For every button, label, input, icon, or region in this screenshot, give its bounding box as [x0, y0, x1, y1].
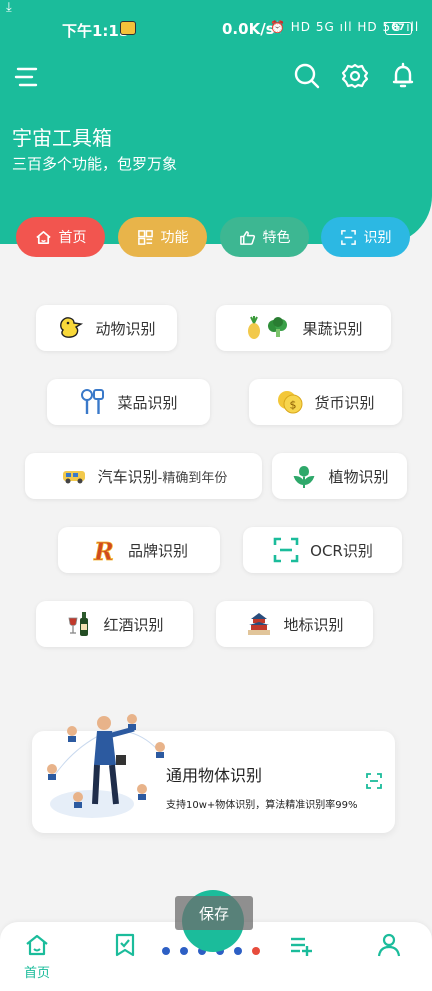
battery-icon: 87 [385, 22, 412, 35]
landmark-icon [245, 610, 273, 638]
app-notification-icon [120, 21, 136, 35]
app-subtitle: 三百多个功能，包罗万象 [12, 155, 178, 173]
ocr-scan-icon [272, 536, 300, 564]
app-header: 宇宙工具箱 三百多个功能，包罗万象 [0, 52, 432, 244]
scan-icon [340, 229, 356, 245]
general-object-recognition-card[interactable]: 通用物体识别 支持10w+物体识别，算法精准识别率99% [32, 714, 395, 833]
download-icon: ⤓ [6, 0, 12, 15]
bell-icon[interactable] [389, 62, 417, 90]
duck-icon [57, 314, 85, 342]
chip-label: OCR识别 [310, 541, 373, 560]
chip-plant-recognition[interactable]: 植物识别 [272, 453, 407, 499]
bookmark-check-icon [115, 933, 135, 957]
tab-home[interactable]: 首页 [16, 217, 105, 257]
nav-bookmark[interactable] [100, 932, 150, 982]
chip-label: 动物识别 [95, 319, 156, 338]
pager-dot [252, 947, 260, 955]
menu-icon[interactable] [14, 66, 38, 88]
utensils-icon [79, 388, 107, 416]
pager-dot [162, 947, 170, 955]
chip-wine-recognition[interactable]: 红酒识别 [36, 601, 193, 647]
search-icon[interactable] [293, 62, 321, 90]
chip-label: 货币识别 [314, 393, 375, 412]
status-bar: ⤓ 下午1:15 0.0K/s ⏰ HD 5G ıll HD 5G ıll 87 [0, 0, 432, 52]
banner-description: 支持10w+物体识别，算法精准识别率99% [166, 800, 358, 811]
chip-ocr-recognition[interactable]: OCR识别 [243, 527, 402, 573]
banner-title: 通用物体识别 [166, 766, 263, 785]
chip-dish-recognition[interactable]: 菜品识别 [47, 379, 210, 425]
fruit-veg-icon [244, 314, 292, 342]
chip-label: 果蔬识别 [302, 319, 363, 338]
nav-playlist-add[interactable] [276, 932, 326, 982]
chip-currency-recognition[interactable]: $ 货币识别 [249, 379, 402, 425]
nav-home[interactable]: 首页 [12, 932, 62, 982]
tab-label: 功能 [160, 230, 189, 246]
gear-icon[interactable] [341, 62, 369, 90]
chip-sublabel: -精确到年份 [157, 470, 228, 486]
scan-icon[interactable] [366, 773, 382, 789]
tab-recognize[interactable]: 识别 [321, 217, 410, 257]
chip-label: 红酒识别 [103, 615, 164, 634]
coin-icon: $ [276, 388, 304, 416]
chip-label: 地标识别 [283, 615, 344, 634]
tab-label: 特色 [262, 230, 291, 246]
chip-label: 菜品识别 [117, 393, 178, 412]
svg-text:R: R [93, 537, 114, 564]
user-icon [377, 933, 401, 957]
brand-r-icon: R [90, 536, 118, 564]
plant-icon [290, 462, 318, 490]
net-speed: 0.0K/s [222, 20, 275, 38]
wine-icon [65, 610, 93, 638]
tab-functions[interactable]: 功能 [118, 217, 207, 257]
svg-text:$: $ [290, 399, 297, 412]
save-toast: 保存 [175, 896, 253, 930]
nav-home-label: 首页 [23, 966, 50, 981]
car-icon [60, 462, 88, 490]
grid-icon [137, 229, 153, 245]
chip-animal-recognition[interactable]: 动物识别 [36, 305, 177, 351]
category-tabs: 首页 功能 特色 识别 [16, 217, 416, 257]
business-man-illustration-icon [47, 714, 165, 818]
home-icon [35, 230, 51, 244]
playlist-add-icon [291, 937, 312, 956]
chip-brand-recognition[interactable]: R 品牌识别 [58, 527, 220, 573]
chip-label: 品牌识别 [127, 541, 188, 560]
chip-car-recognition[interactable]: 汽车识别 -精确到年份 [25, 453, 262, 499]
chip-landmark-recognition[interactable]: 地标识别 [216, 601, 373, 647]
app-title: 宇宙工具箱 [12, 126, 112, 150]
home-icon [26, 934, 48, 956]
tab-featured[interactable]: 特色 [220, 217, 309, 257]
chip-fruit-veg-recognition[interactable]: 果蔬识别 [216, 305, 391, 351]
tab-label: 识别 [363, 230, 392, 246]
chip-label: 汽车识别 [97, 467, 158, 486]
tab-label: 首页 [58, 230, 87, 246]
thumb-up-icon [239, 230, 255, 245]
chip-label: 植物识别 [328, 467, 389, 486]
nav-profile[interactable] [364, 932, 414, 982]
